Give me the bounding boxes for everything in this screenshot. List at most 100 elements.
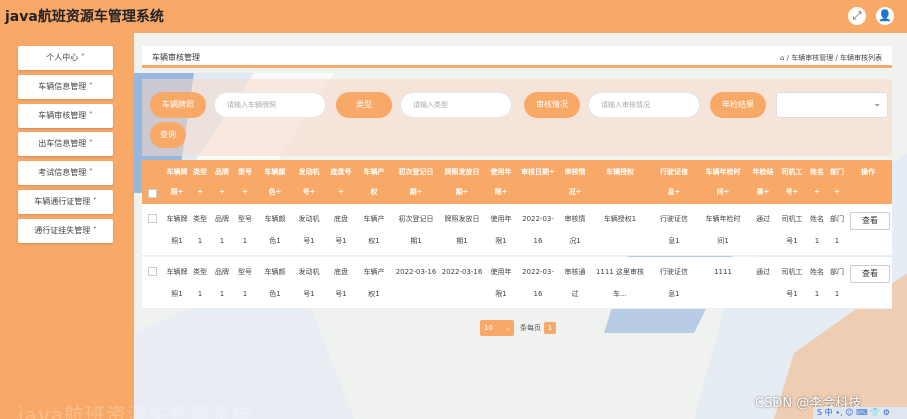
cell-line: 1 xyxy=(219,237,225,245)
sidebar-item-vehicle-info[interactable]: 车辆信息管理 ˅ xyxy=(18,75,113,99)
sidebar-item-pass-loss[interactable]: 通行证挂失管理 ˅ xyxy=(18,219,113,243)
view-button[interactable]: 查看 xyxy=(850,265,890,283)
column-header-sort[interactable]: 车辆授权 xyxy=(590,162,650,182)
column-header-sort[interactable]: ÷ xyxy=(328,182,354,202)
fullscreen-icon[interactable]: ⤢ xyxy=(848,7,866,25)
filter-panel: 车辆牌照 请输入车辆牌照 类型 请输入类型 审核情况 请输入审核情况 年检结果 … xyxy=(142,79,892,156)
user-icon[interactable]: 👤 xyxy=(876,7,894,25)
column-header-label: 部门 xyxy=(830,168,844,176)
column-header-sort[interactable]: 间÷ xyxy=(698,182,748,202)
column-header: 牌照发放日 期÷ xyxy=(440,162,484,202)
cell-line: 16 xyxy=(533,290,543,298)
view-button[interactable]: 查看 xyxy=(850,212,890,230)
table-cell: 类型 1 xyxy=(190,261,210,305)
row-checkbox[interactable] xyxy=(148,267,157,276)
cell-line: 息1 xyxy=(668,290,680,298)
column-header-sort[interactable]: ÷ xyxy=(234,182,256,202)
column-header-sort[interactable]: 号÷ xyxy=(778,182,806,202)
cell-line: 部门 xyxy=(830,268,844,276)
page-size-select[interactable]: 10 ⌄ xyxy=(480,320,514,336)
column-header: 品牌 ÷ xyxy=(212,162,232,202)
column-header-sort[interactable]: ÷ xyxy=(212,182,232,202)
table-cell: 车辆产权1 xyxy=(358,261,390,305)
status-input[interactable]: 请输入审核情况 xyxy=(588,92,700,118)
column-header-sort[interactable]: 操作 xyxy=(848,162,888,182)
cell-line: 部门 xyxy=(830,215,844,223)
table-cell: 使用年 限1 xyxy=(488,261,514,305)
sidebar-item-personal[interactable]: 个人中心 ˅ xyxy=(18,46,113,70)
cell-line: 发动机 xyxy=(298,215,320,223)
column-header-sort[interactable]: 照÷ xyxy=(164,182,190,202)
column-header-sort[interactable]: 色÷ xyxy=(260,182,290,202)
column-header-sort[interactable]: 审核日期÷ xyxy=(518,162,558,182)
column-header: 底盘号 ÷ xyxy=(328,162,354,202)
sidebar-item-vehicle-review[interactable]: 车辆审核管理 ˅ xyxy=(18,104,113,128)
sidebar: 个人中心 ˅ 车辆信息管理 ˅ 车辆审核管理 ˅ 出车信息管理 ˅ 考试信息管理… xyxy=(0,33,134,419)
cell-line: 使用年 xyxy=(490,215,512,223)
cell-line: 司机工 xyxy=(781,268,803,276)
column-header: 车辆年检时 间÷ xyxy=(698,162,748,202)
select-all-checkbox[interactable] xyxy=(148,189,157,198)
cell-line: 权1 xyxy=(368,290,380,298)
table-cell: 姓名 1 xyxy=(808,208,826,252)
row-checkbox[interactable] xyxy=(148,214,157,223)
column-header: 发动机号÷ xyxy=(292,162,326,202)
column-header-sort[interactable]: 限÷ xyxy=(488,182,514,202)
column-header-sort[interactable]: 权 xyxy=(358,182,390,202)
column-header-sort[interactable]: 期÷ xyxy=(440,182,484,202)
column-header-label: 车辆产 xyxy=(363,168,385,176)
cell-line: 照1 xyxy=(171,237,183,245)
table-cell: 行驶证信 息1 xyxy=(652,208,696,252)
type-input[interactable]: 请输入类型 xyxy=(400,92,512,118)
table-cell: 通过 xyxy=(750,208,776,230)
column-header-sort[interactable]: 息÷ xyxy=(652,182,696,202)
column-header-label: 类型 xyxy=(193,168,207,176)
cell-line: 车辆授权1 xyxy=(603,215,637,223)
column-header-sort[interactable]: 果÷ xyxy=(750,182,776,202)
column-header-label: 审核情 xyxy=(564,168,586,176)
cell-line: 通过 xyxy=(756,215,770,223)
per-page-label: 条每页 xyxy=(520,324,541,332)
sidebar-item-exam-info[interactable]: 考试信息管理 ˅ xyxy=(18,161,113,185)
cell-line: 息1 xyxy=(668,237,680,245)
breadcrumb[interactable]: ⌂ / 车辆审核管理 / 车辆审核列表 xyxy=(780,53,882,63)
column-header-sort[interactable]: ÷ xyxy=(190,182,210,202)
data-table: 车辆牌 照÷ 类型 ÷ 品牌 ÷ 型号 ÷ 车辆颜 色÷ 发动机 号÷ 底盘号 ÷ 车辆产权初次登记日 期÷ 牌… xyxy=(142,160,892,310)
watermark-text: java航班资源车管理系统 xyxy=(18,403,253,419)
column-header: 车辆产权 xyxy=(358,162,390,202)
cell-line: 1 xyxy=(197,290,203,298)
cell-line: 16 xyxy=(533,237,543,245)
table-cell: 底盘 号1 xyxy=(328,208,354,252)
table-cell: 2022-03- 16 xyxy=(518,208,558,252)
sidebar-item-pass-manage[interactable]: 车辆通行证管理 ˅ xyxy=(18,190,113,214)
page-header: 车辆审核管理 ⌂ / 车辆审核管理 / 车辆审核列表 xyxy=(142,46,892,68)
sidebar-item-dispatch-info[interactable]: 出车信息管理 ˅ xyxy=(18,132,113,156)
table-cell: 牌照发放日 期1 xyxy=(440,208,484,252)
table-cell: 通过 xyxy=(750,261,776,283)
column-header-label: 司机工 xyxy=(781,168,803,176)
cell-line: 2022-03- xyxy=(522,268,554,276)
column-header: 初次登记日 期÷ xyxy=(394,162,438,202)
cell-line: 2022-03-16 xyxy=(441,268,483,276)
cell-line: 车辆产 xyxy=(363,268,385,276)
column-header-sort[interactable]: ÷ xyxy=(828,182,846,202)
table-header: 车辆牌 照÷ 类型 ÷ 品牌 ÷ 型号 ÷ 车辆颜 色÷ 发动机 号÷ 底盘号 ÷ 车辆产权初次登记日 期÷ 牌… xyxy=(142,160,892,204)
plate-input[interactable]: 请输入车辆牌照 xyxy=(214,92,326,118)
search-button[interactable]: 查询 xyxy=(150,122,186,148)
cell-line: 类型 xyxy=(193,268,207,276)
column-header-label: 年检结 xyxy=(752,168,774,176)
table-cell: 型号 1 xyxy=(234,208,256,252)
table-cell: 车辆产 权1 xyxy=(358,208,390,252)
column-header-sort[interactable]: 期÷ xyxy=(394,182,438,202)
page-number[interactable]: 1 xyxy=(544,322,556,334)
cell-line: 1 xyxy=(242,237,248,245)
column-header-sort[interactable]: 况÷ xyxy=(562,182,588,202)
column-header: 审核情况÷ xyxy=(562,162,588,202)
column-header-sort[interactable]: 号÷ xyxy=(292,182,326,202)
column-header-sort[interactable]: ÷ xyxy=(808,182,826,202)
column-header-label: 姓名 xyxy=(810,168,824,176)
top-bar: java航班资源车管理系统 ⤢ 👤 xyxy=(0,0,907,33)
column-header-label: 发动机 xyxy=(298,168,320,176)
result-select[interactable]: ⌄ xyxy=(776,92,888,118)
cell-line: 审核通 xyxy=(564,268,586,276)
